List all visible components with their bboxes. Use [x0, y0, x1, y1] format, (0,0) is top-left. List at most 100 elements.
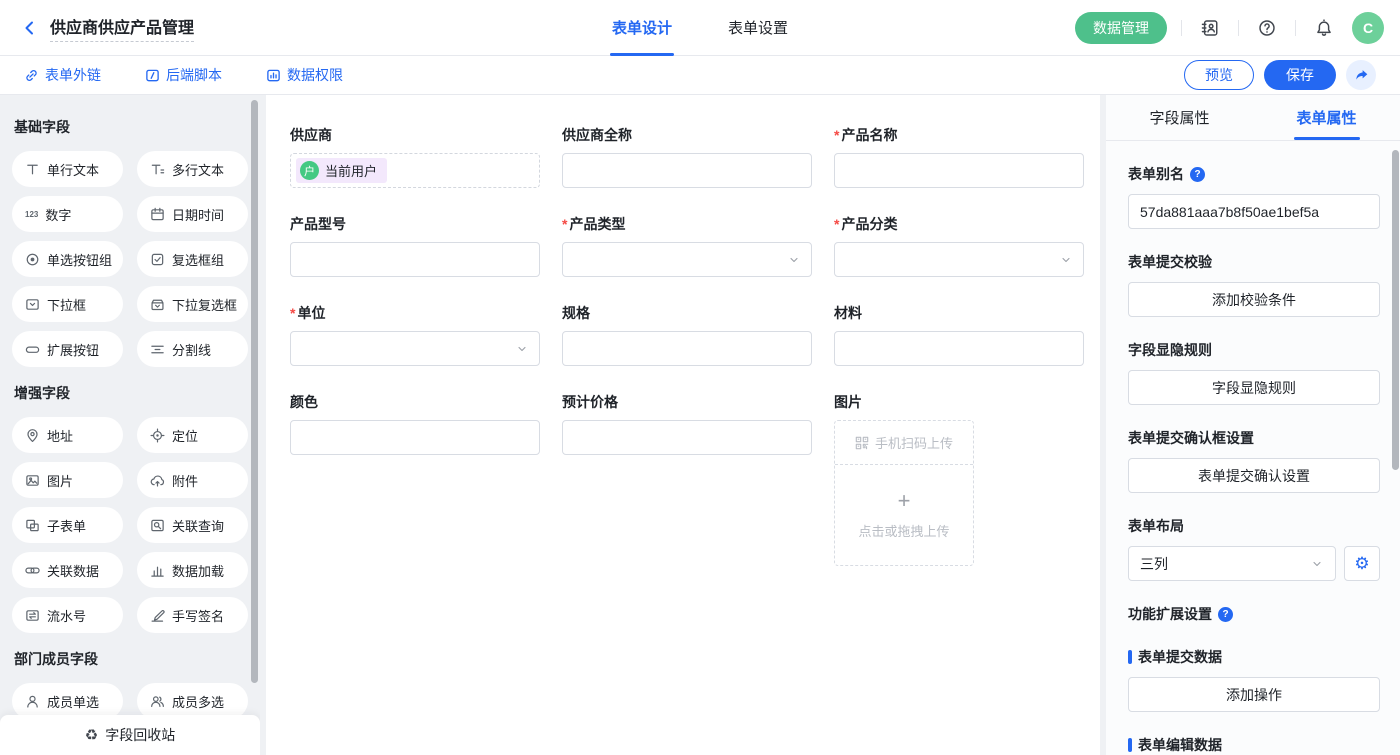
- canvas-field[interactable]: 供应商户当前用户: [290, 125, 540, 188]
- canvas-field[interactable]: *产品名称: [834, 125, 1084, 188]
- divider-icon: [150, 342, 165, 357]
- text-input[interactable]: [834, 153, 1084, 188]
- field-item-image[interactable]: 图片: [12, 462, 123, 498]
- subform-icon: [25, 518, 40, 533]
- panel-section: 表单布局三列⚙: [1128, 516, 1380, 581]
- layout-gear-button[interactable]: ⚙: [1344, 546, 1380, 581]
- save-button[interactable]: 保存: [1264, 60, 1336, 90]
- field-item-text[interactable]: 单行文本: [12, 151, 123, 187]
- form-alias-input[interactable]: 57da881aaa7b8f50ae1bef5a: [1128, 194, 1380, 229]
- section-marker: [1128, 738, 1132, 752]
- field-item-label: 关联查询: [172, 516, 224, 535]
- divider: [1238, 20, 1239, 36]
- help-icon[interactable]: ?: [1218, 607, 1233, 622]
- panel-action-button[interactable]: 添加校验条件: [1128, 282, 1380, 317]
- tool-link-label: 后端脚本: [166, 65, 222, 85]
- canvas-field[interactable]: 图片手机扫码上传+点击或拖拽上传: [834, 392, 1084, 566]
- tab-form-settings[interactable]: 表单设置: [728, 0, 788, 56]
- external-link-button[interactable]: 表单外链: [24, 65, 101, 85]
- members-icon: [150, 694, 165, 709]
- auto-filled-input[interactable]: 户当前用户: [290, 153, 540, 188]
- panel-section-title: 表单布局: [1128, 516, 1380, 536]
- text-input[interactable]: [290, 242, 540, 277]
- select-input[interactable]: [834, 242, 1084, 277]
- field-recycle-bin-button[interactable]: ♻ 字段回收站: [0, 715, 260, 755]
- field-item-attachment[interactable]: 附件: [137, 462, 248, 498]
- help-icon[interactable]: [1253, 14, 1281, 42]
- field-item-linkdata[interactable]: 关联数据: [12, 552, 123, 588]
- field-item-dataload[interactable]: 数据加载: [137, 552, 248, 588]
- data-manage-button[interactable]: 数据管理: [1075, 12, 1167, 44]
- panel-scrollbar[interactable]: [1392, 150, 1399, 470]
- back-button[interactable]: [16, 14, 44, 42]
- form-title[interactable]: 供应商供应产品管理: [50, 14, 194, 42]
- sidebar-scrollbar[interactable]: [251, 100, 258, 683]
- field-item-radio[interactable]: 单选按钮组: [12, 241, 123, 277]
- field-item-select[interactable]: 下拉框: [12, 286, 123, 322]
- field-item-members[interactable]: 成员多选: [137, 683, 248, 719]
- current-user-tag: 户当前用户: [296, 158, 387, 183]
- scan-upload-button[interactable]: 手机扫码上传: [835, 421, 973, 465]
- text-input[interactable]: [562, 420, 812, 455]
- field-item-checkbox[interactable]: 复选框组: [137, 241, 248, 277]
- field-item-multiselect[interactable]: 下拉复选框: [137, 286, 248, 322]
- panel-section-title: 表单提交校验: [1128, 252, 1380, 272]
- canvas-field[interactable]: *产品类型: [562, 214, 812, 277]
- text-input[interactable]: [290, 420, 540, 455]
- tab-form-design[interactable]: 表单设计: [612, 0, 672, 56]
- text-input[interactable]: [562, 153, 812, 188]
- field-item-label: 附件: [172, 471, 198, 490]
- field-item-pill[interactable]: 扩展按钮: [12, 331, 123, 367]
- canvas-field[interactable]: 颜色: [290, 392, 540, 455]
- panel-section: 表单提交确认框设置表单提交确认设置: [1128, 428, 1380, 493]
- field-item-number[interactable]: 123数字: [12, 196, 123, 232]
- field-item-signature[interactable]: 手写签名: [137, 597, 248, 633]
- text-icon: [25, 162, 40, 177]
- image-upload-widget: 手机扫码上传+点击或拖拽上传: [834, 420, 974, 566]
- backend-script-button[interactable]: 后端脚本: [145, 65, 222, 85]
- field-item-address[interactable]: 地址: [12, 417, 123, 453]
- field-item-datetime[interactable]: 日期时间: [137, 196, 248, 232]
- tab-form-properties[interactable]: 表单属性: [1253, 95, 1400, 140]
- field-item-member[interactable]: 成员单选: [12, 683, 123, 719]
- tab-field-properties[interactable]: 字段属性: [1106, 95, 1253, 140]
- layout-select[interactable]: 三列: [1128, 546, 1336, 581]
- help-icon[interactable]: ?: [1190, 167, 1205, 182]
- field-item-serial[interactable]: 流水号: [12, 597, 123, 633]
- panel-section-title: 表单提交确认框设置: [1128, 428, 1380, 448]
- select-input[interactable]: [562, 242, 812, 277]
- avatar[interactable]: C: [1352, 12, 1384, 44]
- pill-icon: [25, 342, 40, 357]
- field-item-divider[interactable]: 分割线: [137, 331, 248, 367]
- select-input[interactable]: [290, 331, 540, 366]
- panel-action-button[interactable]: 字段显隐规则: [1128, 370, 1380, 405]
- panel-action-button[interactable]: 添加操作: [1128, 677, 1380, 712]
- data-permission-button[interactable]: 数据权限: [266, 65, 343, 85]
- canvas-field[interactable]: 预计价格: [562, 392, 812, 455]
- field-item-textarea[interactable]: 多行文本: [137, 151, 248, 187]
- canvas-field[interactable]: *单位: [290, 303, 540, 366]
- preview-button[interactable]: 预览: [1184, 60, 1254, 90]
- contacts-book-icon[interactable]: [1196, 14, 1224, 42]
- canvas-field[interactable]: 产品型号: [290, 214, 540, 277]
- panel-section-title: 表单编辑数据: [1128, 735, 1380, 755]
- field-item-subform[interactable]: 子表单: [12, 507, 123, 543]
- share-button[interactable]: [1346, 60, 1376, 90]
- field-label: 供应商全称: [562, 125, 812, 145]
- panel-action-button[interactable]: 表单提交确认设置: [1128, 458, 1380, 493]
- panel-section: 功能扩展设置?: [1128, 604, 1380, 624]
- sidebar-field-grid: 地址 定位图片 附件子表单 关联查询关联数据数据加载流水号手写签名: [12, 417, 248, 633]
- form-toolbar: 表单外链 后端脚本 数据权限 预览 保存: [0, 56, 1400, 95]
- form-canvas[interactable]: 供应商户当前用户 供应商全称 *产品名称产品型号 *产品类型 *产品分类 *单位规格材料颜…: [266, 95, 1100, 755]
- canvas-field[interactable]: 供应商全称: [562, 125, 812, 188]
- text-input[interactable]: [562, 331, 812, 366]
- canvas-field[interactable]: 规格: [562, 303, 812, 366]
- bell-icon[interactable]: [1310, 14, 1338, 42]
- field-item-lookup[interactable]: 关联查询: [137, 507, 248, 543]
- text-input[interactable]: [834, 331, 1084, 366]
- drop-upload-button[interactable]: +点击或拖拽上传: [835, 465, 973, 565]
- field-item-label: 地址: [47, 426, 73, 445]
- field-item-location[interactable]: 定位: [137, 417, 248, 453]
- canvas-field[interactable]: *产品分类: [834, 214, 1084, 277]
- canvas-field[interactable]: 材料: [834, 303, 1084, 366]
